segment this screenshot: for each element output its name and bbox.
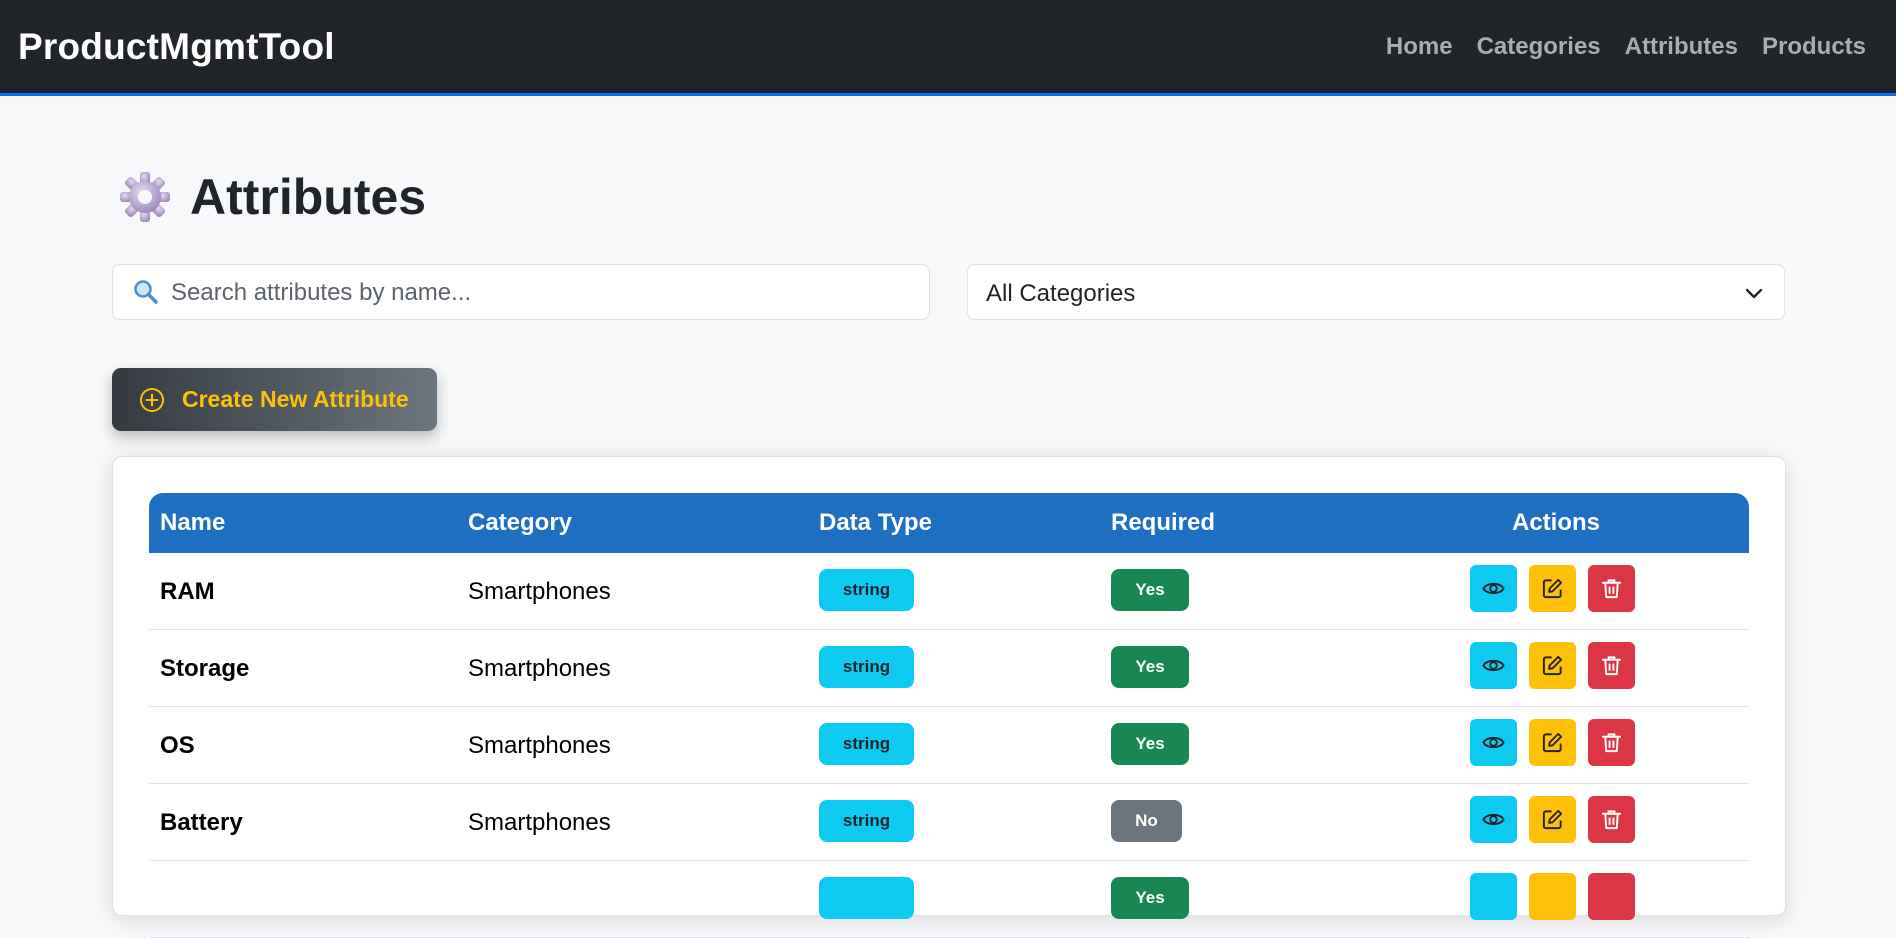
eye-icon — [1482, 582, 1505, 595]
search-input[interactable] — [169, 265, 913, 321]
page-title: Attributes — [190, 169, 427, 225]
cell-name: Storage — [160, 655, 250, 682]
edit-button[interactable] — [1529, 642, 1576, 689]
edit-icon — [1542, 578, 1563, 599]
table-row: Storage Smartphones string Yes — [149, 630, 1749, 707]
brand-logo[interactable]: ProductMgmtTool — [18, 26, 335, 68]
edit-icon — [1542, 809, 1563, 830]
edit-button[interactable] — [1529, 565, 1576, 612]
delete-button[interactable] — [1588, 565, 1635, 612]
table-header: Name Category Data Type Required Actions — [149, 493, 1749, 553]
trash-icon — [1601, 579, 1622, 599]
edit-icon — [1542, 655, 1563, 676]
edit-icon — [1542, 732, 1563, 753]
required-badge: No — [1111, 800, 1182, 842]
category-filter-select[interactable]: All Categories — [967, 264, 1785, 320]
eye-icon — [1482, 736, 1505, 749]
view-button[interactable] — [1470, 642, 1517, 689]
required-badge: Yes — [1111, 569, 1189, 611]
data-type-badge — [819, 877, 914, 919]
nav-attributes[interactable]: Attributes — [1625, 33, 1738, 61]
nav-links: Home Categories Attributes Products — [1386, 33, 1866, 61]
data-type-badge: string — [819, 723, 914, 765]
cell-category: Smartphones — [468, 578, 611, 605]
edit-button[interactable] — [1529, 796, 1576, 843]
table-row: Battery Smartphones string No — [149, 784, 1749, 861]
create-attribute-button[interactable]: Create New Attribute — [112, 368, 437, 431]
header-actions: Actions — [1512, 509, 1601, 536]
search-box — [112, 264, 930, 321]
table-row: Yes — [149, 861, 1749, 938]
delete-button[interactable] — [1588, 642, 1635, 689]
table-row: OS Smartphones string Yes — [149, 707, 1749, 784]
header-data-type: Data Type — [819, 509, 932, 536]
page-header: Attributes — [118, 168, 426, 226]
delete-button[interactable] — [1588, 796, 1635, 843]
attributes-table-card: Name Category Data Type Required Actions… — [112, 456, 1786, 938]
cell-name: OS — [160, 732, 195, 759]
required-badge: Yes — [1111, 877, 1189, 919]
search-icon — [134, 280, 158, 304]
header-name: Name — [160, 509, 226, 536]
cell-name: RAM — [160, 578, 215, 605]
cell-name: Battery — [160, 809, 243, 836]
nav-products[interactable]: Products — [1762, 33, 1866, 61]
table-row: RAM Smartphones string Yes — [149, 553, 1749, 630]
edit-button[interactable] — [1529, 873, 1576, 920]
cell-category: Smartphones — [468, 655, 611, 682]
required-badge: Yes — [1111, 723, 1189, 765]
trash-icon — [1601, 656, 1622, 676]
eye-icon — [1482, 813, 1505, 826]
eye-icon — [1482, 659, 1505, 672]
view-button[interactable] — [1470, 873, 1517, 920]
delete-button[interactable] — [1588, 719, 1635, 766]
gear-icon — [120, 172, 170, 222]
view-button[interactable] — [1470, 796, 1517, 843]
header-category: Category — [468, 509, 573, 536]
required-badge: Yes — [1111, 646, 1189, 688]
chevron-down-icon — [1745, 288, 1763, 299]
edit-button[interactable] — [1529, 719, 1576, 766]
cell-category: Smartphones — [468, 809, 611, 836]
nav-categories[interactable]: Categories — [1477, 33, 1601, 61]
data-type-badge: string — [819, 646, 914, 688]
navbar: ProductMgmtTool Home Categories Attribut… — [0, 0, 1896, 96]
delete-button[interactable] — [1588, 873, 1635, 920]
trash-icon — [1601, 810, 1622, 830]
data-type-badge: string — [819, 569, 914, 611]
view-button[interactable] — [1470, 565, 1517, 612]
cell-category: Smartphones — [468, 732, 611, 759]
plus-circle-icon — [140, 388, 164, 412]
create-attribute-label: Create New Attribute — [182, 386, 409, 412]
category-filter-value: All Categories — [986, 280, 1136, 307]
data-type-badge: string — [819, 800, 914, 842]
trash-icon — [1601, 733, 1622, 753]
header-required: Required — [1111, 509, 1216, 536]
view-button[interactable] — [1470, 719, 1517, 766]
nav-home[interactable]: Home — [1386, 33, 1453, 61]
